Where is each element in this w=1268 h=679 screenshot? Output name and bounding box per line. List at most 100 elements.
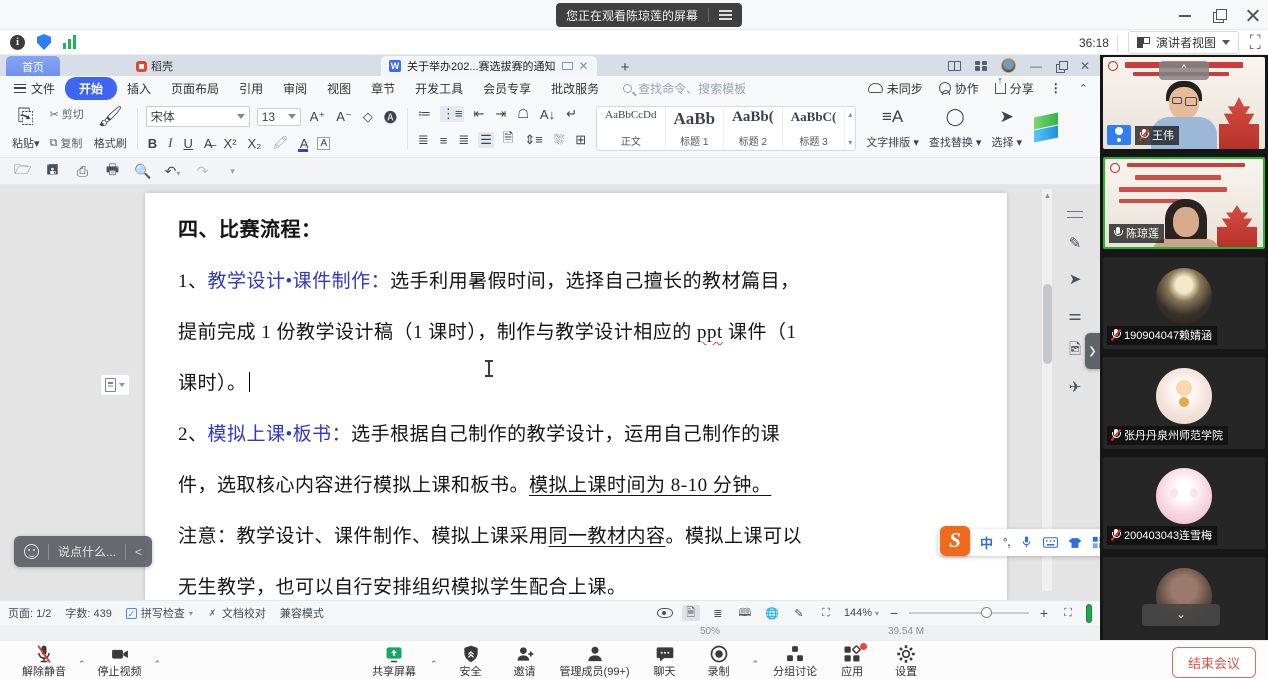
asian-layout-button[interactable]: ☖ [515, 106, 531, 122]
menu-view[interactable]: 视图 [317, 78, 361, 99]
ime-keyboard-icon[interactable] [1043, 537, 1058, 548]
output-icon[interactable]: ⎙ [74, 163, 91, 180]
zoom-slider-knob[interactable] [981, 607, 992, 618]
meeting-btn-share-screen[interactable]: 共享屏幕 [368, 643, 420, 679]
meeting-btn-invite[interactable]: 邀请 [502, 643, 548, 679]
style-heading-1[interactable]: AaBb标题 1 [666, 107, 725, 150]
minimize-button[interactable] [1178, 8, 1192, 22]
paste-button[interactable]: ⎘ 粘贴▾ [10, 104, 42, 153]
tab-document[interactable]: W 关于举办202...赛选拔赛的通知 ✕ [381, 56, 597, 76]
print-icon[interactable]: 🖶 [104, 159, 121, 183]
scroll-up-icon[interactable]: ▲ [1043, 191, 1052, 200]
italic-button[interactable]: I [166, 135, 174, 151]
sogou-logo-icon[interactable]: S [940, 526, 970, 556]
account-avatar[interactable] [1001, 58, 1016, 73]
wps-assistant-icon[interactable] [1034, 112, 1060, 146]
bold-button[interactable]: B [146, 136, 159, 151]
align-left-button[interactable]: ≣ [416, 132, 431, 148]
highlight-button[interactable]: 🖍 [270, 135, 291, 151]
scrollbar-thumb[interactable] [1043, 284, 1052, 364]
view-mode-button[interactable]: 演讲者视图 [1128, 31, 1239, 54]
line-spacing-button[interactable]: ⇕≡ [522, 132, 544, 148]
zoom-slider[interactable] [909, 612, 1029, 614]
participant-tile-zhang-dandan[interactable]: 张丹丹泉州师范学院 [1103, 357, 1265, 449]
meeting-btn-security[interactable]: 安全 [448, 643, 494, 679]
navigate-icon[interactable]: ✈ [1064, 376, 1086, 398]
sort-button[interactable]: A↓ [538, 107, 557, 122]
view-web-icon[interactable]: 🌐 [763, 605, 781, 621]
decrease-indent-button[interactable]: ⇤ [471, 106, 486, 122]
record-options-chevron[interactable]: ⌃ [750, 659, 762, 670]
meeting-btn-stop-video[interactable]: 停止视频 [94, 643, 146, 679]
print-preview-icon[interactable]: 🔍 [134, 163, 151, 180]
meeting-btn-record[interactable]: 录制 [696, 643, 742, 679]
ime-mode-chinese[interactable]: 中 [980, 533, 993, 552]
share-screen-options-chevron[interactable]: ⌃ [428, 659, 440, 670]
menu-proof-service[interactable]: 批改服务 [541, 78, 609, 99]
superscript-button[interactable]: X² [222, 136, 239, 151]
signal-icon[interactable] [63, 35, 76, 49]
end-meeting-button[interactable]: 结束会议 [1172, 647, 1256, 678]
ime-skin-icon[interactable] [1068, 537, 1082, 549]
ime-toolbox-icon[interactable] [1092, 536, 1100, 549]
meeting-btn-unmute[interactable]: 解除静音 [18, 643, 70, 679]
font-color-button[interactable]: A [298, 136, 311, 151]
find-replace-button[interactable]: ◯查找替换 ▾ [927, 104, 984, 153]
sliders-icon[interactable]: ⚌ [1064, 304, 1086, 326]
menu-page-layout[interactable]: 页面布局 [161, 78, 229, 99]
text-effects-button[interactable]: 🅐 [382, 107, 399, 126]
style-heading-2[interactable]: AaBb(标题 2 [724, 107, 783, 150]
menu-home[interactable]: 开始 [65, 77, 117, 100]
menu-file[interactable]: 文件 [0, 80, 65, 97]
pen-icon[interactable]: ✎ [1064, 232, 1086, 254]
numbering-button[interactable]: ⋮≡ [440, 106, 465, 122]
participant-tile-wang-wei[interactable]: 王伟^ [1103, 57, 1265, 149]
align-right-button[interactable]: ≣ [456, 132, 471, 148]
open-icon[interactable]: 🗁 [14, 159, 31, 183]
view-outline-icon[interactable]: ≣ [709, 605, 727, 621]
restore-button[interactable] [1212, 8, 1226, 22]
command-search[interactable]: 查找命令、搜索模板 [623, 80, 773, 97]
status-proofread[interactable]: ✗ 文档校对 [207, 605, 266, 621]
strike-button[interactable]: A̶ [202, 136, 215, 151]
cursor-icon[interactable]: ➤ [1064, 268, 1086, 290]
zoom-out-button[interactable]: − [888, 605, 900, 621]
tab-docer[interactable]: 稻壳 [124, 56, 185, 76]
menu-review[interactable]: 审阅 [273, 78, 317, 99]
participant-tile-lai-jinghan[interactable]: 190904047赖婧涵 [1103, 257, 1265, 349]
menu-dev-tools[interactable]: 开发工具 [405, 78, 473, 99]
quickbar-more-icon[interactable]: ▾ [224, 166, 241, 177]
menu-references[interactable]: 引用 [229, 78, 273, 99]
status-spellcheck[interactable]: ✓ 拼写检查 ▾ [126, 605, 193, 621]
font-size-select[interactable]: 13 [257, 108, 301, 126]
justify-button[interactable]: ☰ [478, 132, 494, 148]
format-painter-button[interactable]: 🖌 格式刷 [92, 104, 129, 153]
collapse-ribbon-icon[interactable]: ⌃ [1079, 82, 1088, 95]
cut-button[interactable]: ✂剪切 [50, 106, 84, 122]
select-button[interactable]: ➤选择 ▾ [989, 104, 1024, 153]
copy-button[interactable]: ⧉复制 [50, 135, 84, 151]
meeting-btn-chat[interactable]: 聊天 [642, 643, 688, 679]
meeting-btn-members[interactable]: 管理成员(99+) [556, 643, 634, 679]
participant-tile-chen-qionglian[interactable]: 陈琼莲 [1103, 157, 1265, 249]
grow-font-button[interactable]: A⁺ [308, 109, 328, 125]
emoji-icon[interactable] [24, 544, 39, 559]
para-mark-button[interactable]: ↵ [564, 106, 579, 122]
ruler-toggle-icon[interactable] [1067, 211, 1083, 218]
tab-home[interactable]: 首页 [6, 56, 60, 76]
view-edit-icon[interactable]: ✎ [790, 605, 808, 621]
style-gallery-scroll[interactable]: ▴▾ [845, 107, 855, 150]
panel-expand-handle[interactable]: ❯ [1085, 333, 1100, 369]
wps-restore-button[interactable] [1056, 61, 1066, 71]
status-word-count[interactable]: 字数: 439 [65, 605, 111, 621]
sidebar-scroll-down-button[interactable]: ⌄ [1142, 604, 1220, 626]
menu-insert[interactable]: 插入 [117, 78, 161, 99]
more-icon[interactable]: ⋮ [1050, 81, 1063, 95]
eye-protection-icon[interactable] [657, 608, 673, 618]
new-tab-button[interactable]: + [615, 59, 636, 76]
wps-fullscreen-icon[interactable]: ⛶ [1059, 605, 1077, 621]
subscript-button[interactable]: X₂ [246, 136, 264, 151]
redo-icon[interactable]: ↷ [194, 163, 211, 180]
shield-icon[interactable] [37, 34, 51, 50]
info-icon[interactable]: i [10, 35, 25, 50]
